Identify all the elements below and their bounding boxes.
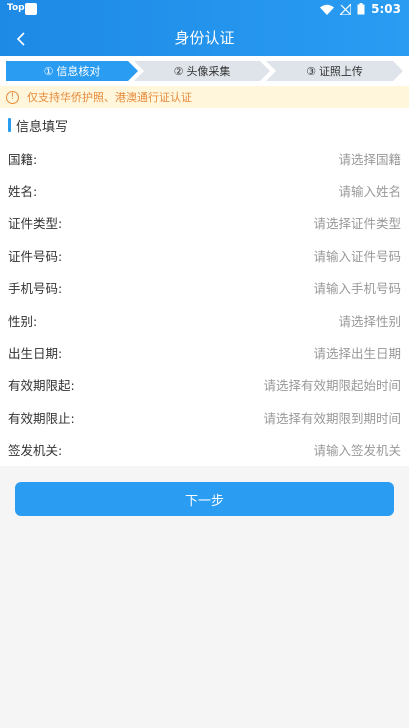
battery-icon (357, 3, 365, 15)
birth-date-select[interactable]: 请选择出生日期 (313, 343, 401, 362)
field-birth-date[interactable]: 出生日期: 请选择出生日期 (0, 336, 409, 368)
field-label: 有效期限止: (8, 410, 75, 426)
notification-icon (25, 3, 37, 15)
field-name[interactable]: 姓名: 请输入姓名 (0, 174, 409, 206)
field-issuing-authority[interactable]: 签发机关: 请输入签发机关 (0, 434, 409, 466)
valid-to-select[interactable]: 请选择有效期限到期时间 (263, 408, 401, 427)
field-label: 证件号码: (8, 248, 63, 264)
section-title: 信息填写 (16, 119, 69, 135)
field-valid-to[interactable]: 有效期限止: 请选择有效期限到期时间 (0, 401, 409, 433)
phone-input[interactable]: 请输入手机号码 (313, 278, 401, 297)
notice-text: 仅支持华侨护照、港澳通行证认证 (27, 91, 192, 104)
document-number-input[interactable]: 请输入证件号码 (313, 246, 401, 265)
status-bar: Top 5:03 (0, 0, 409, 18)
warning-icon: ! (6, 90, 19, 104)
field-label: 签发机关: (8, 443, 63, 459)
valid-from-select[interactable]: 请选择有效期限起始时间 (263, 375, 401, 394)
field-label: 证件类型: (8, 216, 63, 232)
status-icons: 5:03 (320, 2, 401, 16)
step-number: ② (173, 64, 184, 78)
step-document-upload: ③ 证照上传 (266, 61, 403, 81)
next-button[interactable]: 下一步 (15, 482, 394, 516)
name-input[interactable]: 请输入姓名 (338, 181, 401, 200)
notice-bar: ! 仅支持华侨护照、港澳通行证认证 (0, 86, 409, 108)
step-indicator: ① 信息核对 ② 头像采集 ③ 证照上传 (0, 56, 409, 86)
info-form: 信息填写 国籍: 请选择国籍 姓名: 请输入姓名 证件类型: 请选择证件类型 证… (0, 108, 409, 466)
step-number: ① (43, 64, 54, 78)
status-app-label: Top (7, 3, 25, 13)
step-label: 证照上传 (318, 65, 363, 78)
field-label: 性别: (8, 313, 38, 329)
title-bar: 身份认证 (0, 18, 409, 56)
step-label: 头像采集 (186, 65, 231, 78)
nationality-select[interactable]: 请选择国籍 (338, 149, 401, 168)
page-title: 身份认证 (174, 29, 235, 47)
field-document-type[interactable]: 证件类型: 请选择证件类型 (0, 207, 409, 239)
step-avatar-capture: ② 头像采集 (134, 61, 270, 81)
header: Top 5:03 身份认证 (0, 0, 409, 56)
no-signal-icon (340, 3, 352, 15)
field-valid-from[interactable]: 有效期限起: 请选择有效期限起始时间 (0, 369, 409, 401)
field-label: 国籍: (8, 151, 38, 167)
issuing-authority-input[interactable]: 请输入签发机关 (313, 440, 401, 459)
gender-select[interactable]: 请选择性别 (338, 311, 401, 330)
step-info-check: ① 信息核对 (6, 61, 138, 81)
wifi-icon (320, 4, 335, 15)
field-gender[interactable]: 性别: 请选择性别 (0, 304, 409, 336)
section-header: 信息填写 (0, 108, 409, 142)
step-label: 信息核对 (56, 65, 101, 78)
step-number: ③ (306, 64, 316, 78)
field-nationality[interactable]: 国籍: 请选择国籍 (0, 142, 409, 174)
app-root: Top 5:03 身份认证 ① 信息核对 ② 头像采集 ③ 证照上传 ! 仅支持… (0, 0, 409, 728)
field-label: 有效期限起: (8, 378, 75, 394)
section-accent-bar (8, 118, 11, 132)
field-label: 出生日期: (8, 346, 63, 362)
field-phone[interactable]: 手机号码: 请输入手机号码 (0, 272, 409, 304)
document-type-select[interactable]: 请选择证件类型 (313, 213, 401, 232)
field-label: 手机号码: (8, 281, 63, 297)
field-document-number[interactable]: 证件号码: 请输入证件号码 (0, 239, 409, 271)
field-label: 姓名: (8, 184, 38, 200)
status-time: 5:03 (371, 2, 401, 16)
